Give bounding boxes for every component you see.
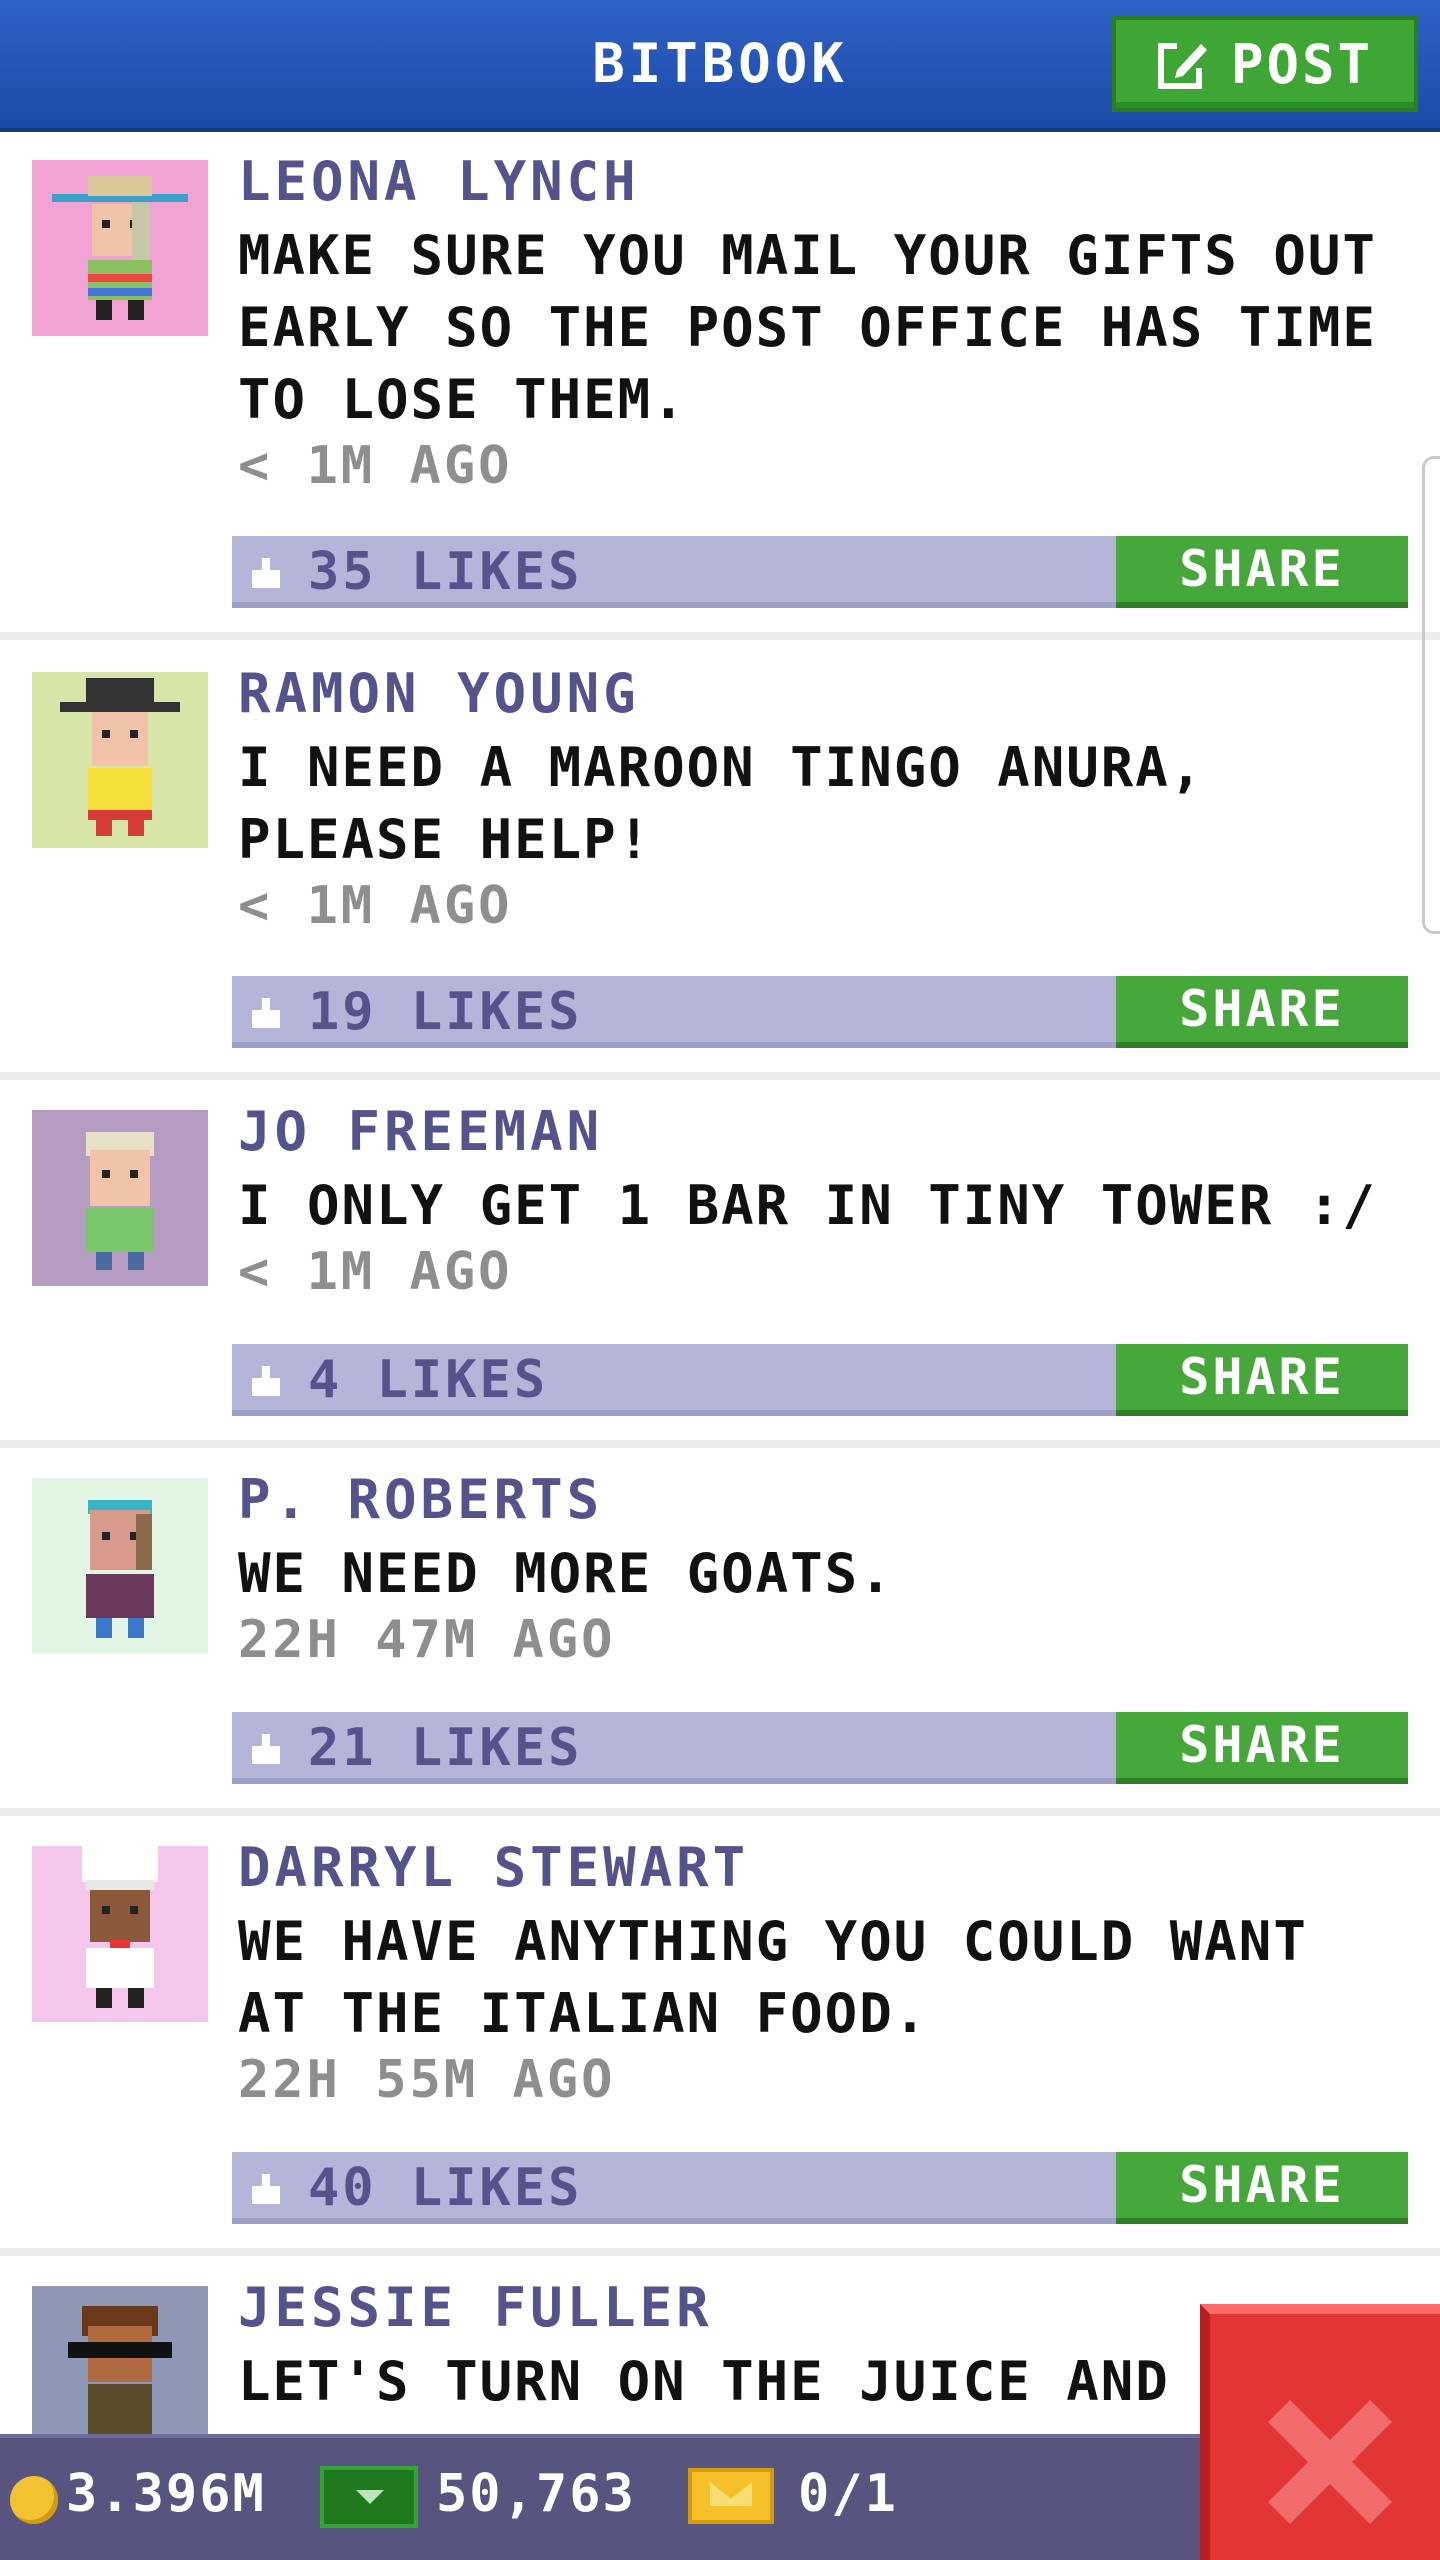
avatar-ramon-young — [32, 672, 208, 848]
avatar-darryl-stewart — [32, 1846, 208, 2022]
likes-count: 4 LIKES — [308, 1350, 549, 1410]
avatar[interactable] — [32, 1478, 208, 1654]
avatar-leona-lynch — [32, 160, 208, 336]
feed-post: RAMON YOUNG I NEED A MAROON TINGO ANURA,… — [0, 640, 1440, 1080]
thumbs-up-icon — [252, 558, 280, 588]
post-button[interactable]: POST — [1112, 16, 1418, 112]
post-author: RAMON YOUNG — [238, 662, 640, 725]
avatar[interactable] — [32, 672, 208, 848]
bux-amount: 50,763 — [436, 2464, 636, 2524]
thumbs-up-icon — [252, 998, 280, 1028]
post-message: LET'S TURN ON THE JUICE AND S — [238, 2350, 1238, 2413]
likes-bar: 40 LIKES SHARE — [232, 2152, 1408, 2224]
tickets-amount: 0/1 — [798, 2464, 898, 2524]
scroll-indicator[interactable] — [1422, 456, 1440, 934]
close-icon — [1268, 2400, 1392, 2524]
bux-icon — [320, 2466, 418, 2528]
post-author: LEONA LYNCH — [238, 150, 640, 213]
share-button[interactable]: SHARE — [1116, 1712, 1408, 1784]
post-author: P. ROBERTS — [238, 1468, 604, 1531]
thumbs-up-icon — [252, 1366, 280, 1396]
avatar[interactable] — [32, 1110, 208, 1286]
feed-post: JO FREEMAN I ONLY GET 1 BAR IN TINY TOWE… — [0, 1080, 1440, 1448]
post-author: JO FREEMAN — [238, 1100, 604, 1163]
likes-bar: 35 LIKES SHARE — [232, 536, 1408, 608]
post-time: 22H 47M AGO — [238, 1610, 616, 1670]
likes-bar: 21 LIKES SHARE — [232, 1712, 1408, 1784]
share-button[interactable]: SHARE — [1116, 2152, 1408, 2224]
likes-bar: 4 LIKES SHARE — [232, 1344, 1408, 1416]
feed-post: P. ROBERTS WE NEED MORE GOATS. 22H 47M A… — [0, 1448, 1440, 1816]
post-time: 22H 55M AGO — [238, 2050, 616, 2110]
ticket-icon — [688, 2468, 774, 2524]
avatar-jo-freeman — [32, 1110, 208, 1286]
likes-count: 21 LIKES — [308, 1718, 583, 1778]
post-message: MAKE SURE YOU MAIL YOUR GIFTS OUT EARLY … — [238, 224, 1377, 431]
post-message: I NEED A MAROON TINGO ANURA, PLEASE HELP… — [238, 736, 1205, 871]
share-button[interactable]: SHARE — [1116, 1344, 1408, 1416]
post-message: WE HAVE ANYTHING YOU COULD WANT AT THE I… — [238, 1910, 1308, 2045]
thumbs-up-icon — [252, 1734, 280, 1764]
edit-icon — [1157, 36, 1213, 92]
share-button[interactable]: SHARE — [1116, 976, 1408, 1048]
likes-count: 40 LIKES — [308, 2158, 583, 2218]
feed-post: DARRYL STEWART WE HAVE ANYTHING YOU COUL… — [0, 1816, 1440, 2256]
avatar[interactable] — [32, 160, 208, 336]
post-button-label: POST — [1230, 32, 1374, 96]
likes-count: 19 LIKES — [308, 982, 583, 1042]
post-message: WE NEED MORE GOATS. — [238, 1542, 894, 1605]
post-author: JESSIE FULLER — [238, 2276, 713, 2339]
post-time: < 1M AGO — [238, 876, 513, 936]
coins-amount: 3.396M — [66, 2464, 266, 2524]
post-time: < 1M AGO — [238, 1242, 513, 1302]
likes-count: 35 LIKES — [308, 542, 583, 602]
post-author: DARRYL STEWART — [238, 1836, 750, 1899]
close-button[interactable] — [1200, 2304, 1440, 2560]
feed-post: LEONA LYNCH MAKE SURE YOU MAIL YOUR GIFT… — [0, 132, 1440, 640]
avatar[interactable] — [32, 1846, 208, 2022]
avatar-p-roberts — [32, 1478, 208, 1654]
likes-bar: 19 LIKES SHARE — [232, 976, 1408, 1048]
app-header: BITBOOK POST — [0, 0, 1440, 132]
share-button[interactable]: SHARE — [1116, 536, 1408, 608]
coin-icon — [10, 2476, 58, 2524]
post-time: < 1M AGO — [238, 436, 513, 496]
post-message: I ONLY GET 1 BAR IN TINY TOWER :/ — [238, 1174, 1377, 1237]
thumbs-up-icon — [252, 2174, 280, 2204]
